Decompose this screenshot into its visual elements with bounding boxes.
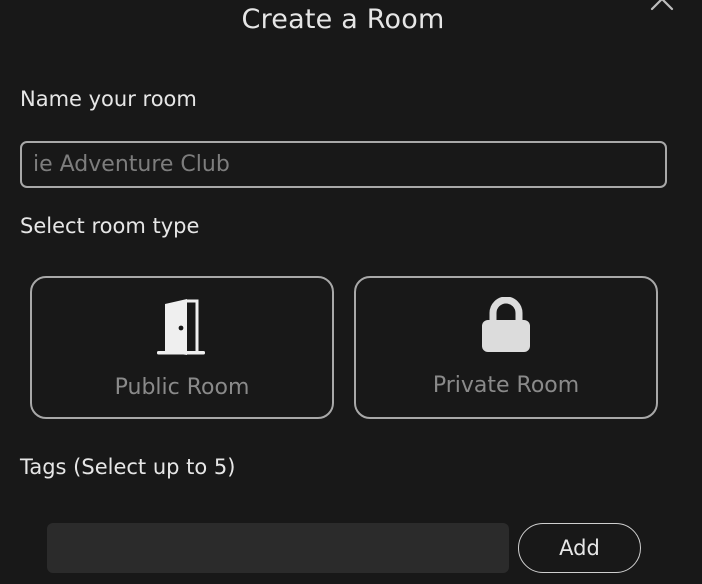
public-room-option[interactable]: Public Room	[30, 276, 334, 419]
door-icon	[32, 298, 332, 358]
add-tag-button[interactable]: Add	[518, 523, 641, 573]
tags-input[interactable]	[47, 523, 509, 573]
create-room-dialog: Create a Room Name your room Select room…	[0, 0, 702, 584]
lock-icon	[356, 297, 656, 353]
tags-label: Tags (Select up to 5)	[20, 455, 236, 479]
public-room-label: Public Room	[114, 375, 250, 400]
room-name-label: Name your room	[20, 87, 197, 111]
room-type-label: Select room type	[20, 214, 200, 238]
private-room-option[interactable]: Private Room	[354, 276, 658, 419]
dialog-title: Create a Room	[241, 4, 445, 35]
private-room-label: Private Room	[432, 373, 580, 398]
room-name-input[interactable]	[20, 141, 667, 188]
